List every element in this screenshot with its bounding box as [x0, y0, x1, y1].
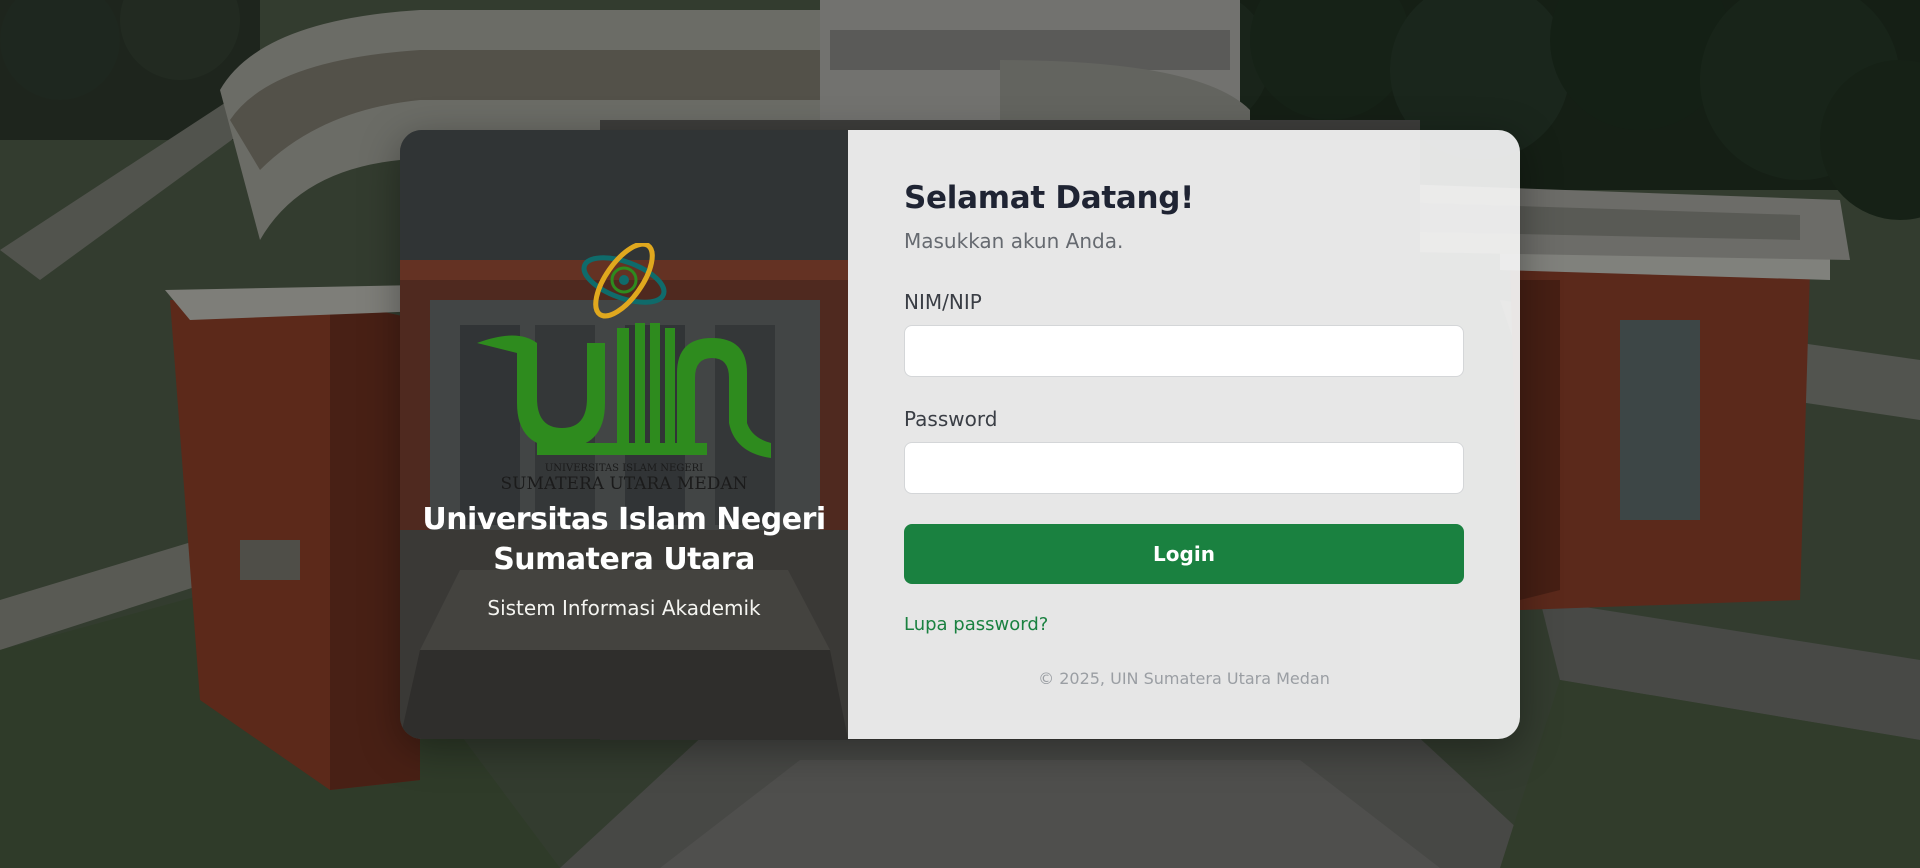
page-title: Selamat Datang!	[904, 180, 1195, 216]
copyright-footer: © 2025, UIN Sumatera Utara Medan	[1038, 669, 1330, 688]
branding-panel: UNIVERSITAS ISLAM NEGERI SUMATERA UTARA …	[400, 130, 848, 739]
system-name: Sistem Informasi Akademik	[487, 596, 761, 620]
login-card: UNIVERSITAS ISLAM NEGERI SUMATERA UTARA …	[400, 130, 1520, 739]
university-name-line2: Sumatera Utara	[493, 542, 755, 577]
forgot-password-link[interactable]: Lupa password?	[904, 614, 1048, 635]
password-label: Password	[904, 407, 998, 431]
uin-logo-icon: UNIVERSITAS ISLAM NEGERI SUMATERA UTARA …	[477, 243, 771, 493]
login-subtitle: Masukkan akun Anda.	[904, 229, 1124, 253]
nim-label: NIM/NIP	[904, 290, 982, 314]
nim-input[interactable]	[904, 325, 1464, 377]
logo-text-top: UNIVERSITAS ISLAM NEGERI	[545, 463, 703, 474]
university-name-line1: Universitas Islam Negeri	[422, 502, 826, 537]
atom-orbit-icon	[581, 243, 667, 319]
university-name: Universitas Islam Negeri Sumatera Utara	[400, 500, 848, 580]
password-input[interactable]	[904, 442, 1464, 494]
logo-text-bottom: SUMATERA UTARA MEDAN	[500, 474, 747, 493]
login-form-panel: Selamat Datang! Masukkan akun Anda. NIM/…	[848, 130, 1520, 739]
login-button[interactable]: Login	[904, 524, 1464, 584]
